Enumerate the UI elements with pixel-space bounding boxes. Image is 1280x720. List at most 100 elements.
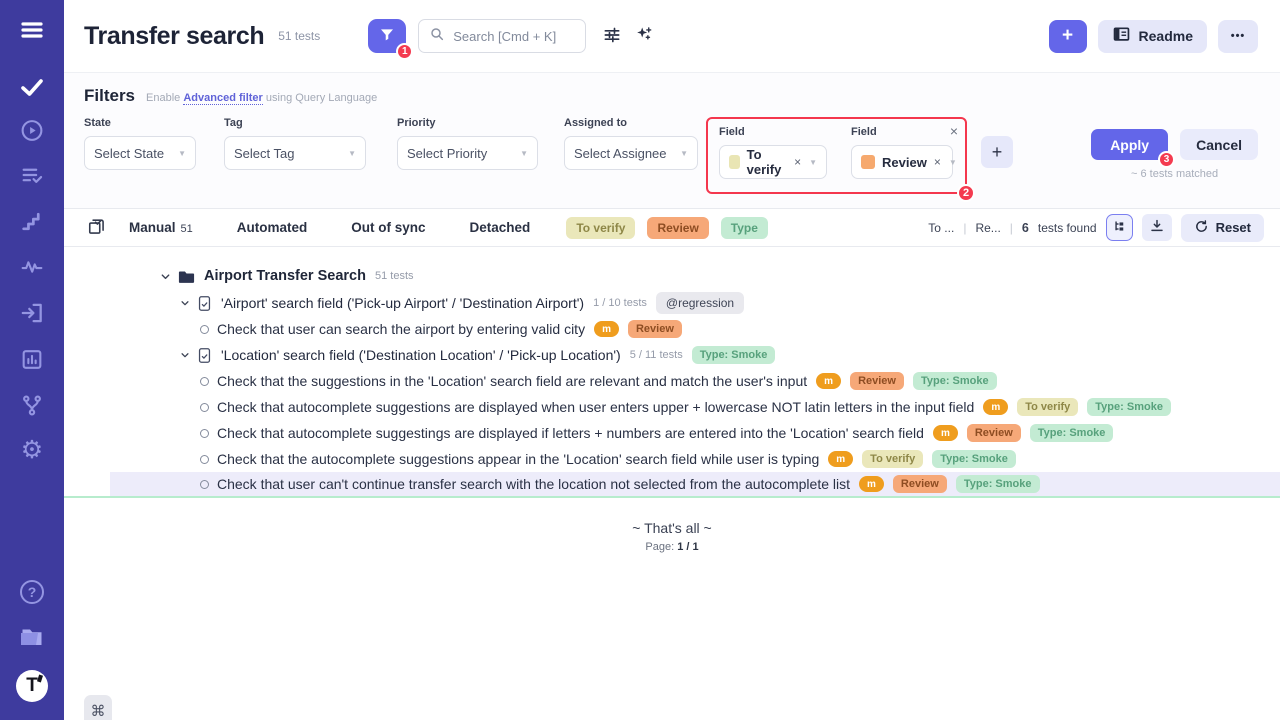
filter-group-tag: Tag Select Tag ▼ xyxy=(224,117,366,170)
sidebar-item-plans[interactable] xyxy=(20,163,45,188)
tag-label: Tag xyxy=(224,117,366,129)
test-circle-icon xyxy=(200,377,209,386)
select-all-button[interactable] xyxy=(86,216,106,239)
advanced-filter-link[interactable]: Advanced filter xyxy=(183,92,262,105)
review-chip: Review xyxy=(850,372,904,390)
suite-row[interactable]: 'Airport' search field ('Pick-up Airport… xyxy=(64,290,1280,316)
test-title[interactable]: Check that the suggestions in the 'Locat… xyxy=(217,373,807,389)
test-row[interactable]: Check that the suggestions in the 'Locat… xyxy=(64,368,1280,394)
sidebar-item-steps[interactable] xyxy=(20,209,45,234)
sidebar-item-settings[interactable]: ⚙ xyxy=(21,438,43,463)
priority-label: Priority xyxy=(397,117,538,129)
manual-badge: m xyxy=(828,451,853,467)
columns-settings-button[interactable] xyxy=(602,25,622,48)
apply-button[interactable]: Apply 3 xyxy=(1091,129,1168,160)
type-chip: Type: Smoke xyxy=(1030,424,1114,442)
search-input[interactable] xyxy=(453,29,563,44)
test-row[interactable]: Check that autocomplete suggestings are … xyxy=(64,420,1280,446)
test-title[interactable]: Check that user can't continue transfer … xyxy=(217,476,850,492)
keyboard-shortcuts-button[interactable]: ⌘ xyxy=(84,695,112,720)
test-row-selected[interactable]: Check that user can't continue transfer … xyxy=(64,472,1280,498)
menu-button[interactable] xyxy=(18,18,46,42)
sidebar-item-branches[interactable] xyxy=(20,393,45,418)
chevron-down-icon[interactable] xyxy=(160,271,171,282)
help-icon: ? xyxy=(20,580,44,604)
test-row[interactable]: Check that autocomplete suggestions are … xyxy=(64,394,1280,420)
field-select-review[interactable]: Review × ▼ xyxy=(851,145,953,179)
found-label: tests found xyxy=(1038,221,1097,235)
test-row[interactable]: Check that user can search the airport b… xyxy=(64,316,1280,342)
remove-value-icon[interactable]: × xyxy=(934,155,941,169)
priority-select[interactable]: Select Priority ▼ xyxy=(397,136,538,170)
readme-label: Readme xyxy=(1139,28,1193,44)
sidebar-item-tests[interactable] xyxy=(19,74,45,100)
filter-button[interactable]: 1 xyxy=(368,19,406,53)
page-label: Page: xyxy=(645,541,674,553)
folder-title[interactable]: Airport Transfer Search xyxy=(204,268,366,284)
chevron-down-icon[interactable] xyxy=(180,298,190,308)
tree-view-icon xyxy=(1112,219,1127,237)
funnel-icon xyxy=(378,26,396,47)
type-chip: Type: Smoke xyxy=(692,346,776,364)
filter-group-priority: Priority Select Priority ▼ xyxy=(397,117,538,170)
test-title[interactable]: Check that user can search the airport b… xyxy=(217,321,585,337)
tab-detached[interactable]: Detached xyxy=(470,220,531,235)
chip-review[interactable]: Review xyxy=(647,217,708,239)
type-chip: Type: Smoke xyxy=(913,372,997,390)
remove-value-icon[interactable]: × xyxy=(794,155,801,169)
chip-to-verify[interactable]: To verify xyxy=(566,217,635,239)
tree-view-button[interactable] xyxy=(1106,214,1133,241)
truncated-filter-a: To ... xyxy=(928,221,954,235)
command-icon: ⌘ xyxy=(91,703,106,720)
truncated-filter-b: Re... xyxy=(975,221,1000,235)
test-circle-icon xyxy=(200,480,209,489)
filter-group-field-2: Field Review × ▼ xyxy=(851,126,953,179)
export-button[interactable] xyxy=(1142,214,1172,241)
folder-count: 51 tests xyxy=(375,270,414,282)
sidebar-item-runs[interactable] xyxy=(20,118,45,143)
state-select[interactable]: Select State ▼ xyxy=(84,136,196,170)
add-button[interactable]: + xyxy=(1049,20,1087,53)
tab-manual[interactable]: Manual 51 xyxy=(129,220,193,235)
type-chip: Type: Smoke xyxy=(956,475,1040,493)
search-box xyxy=(418,19,586,53)
ai-assist-button[interactable] xyxy=(633,24,654,48)
tab-out-of-sync[interactable]: Out of sync xyxy=(351,220,425,235)
suite-title[interactable]: 'Location' search field ('Destination Lo… xyxy=(221,347,621,363)
sidebar-item-projects[interactable] xyxy=(19,625,46,649)
test-title[interactable]: Check that autocomplete suggestings are … xyxy=(217,425,924,441)
tag-select[interactable]: Select Tag ▼ xyxy=(224,136,366,170)
to-verify-chip: To verify xyxy=(1017,398,1078,416)
cancel-button[interactable]: Cancel xyxy=(1180,129,1258,160)
suite-row[interactable]: 'Location' search field ('Destination Lo… xyxy=(64,342,1280,368)
chevron-down-icon[interactable] xyxy=(180,350,190,360)
sidebar-item-pulse[interactable] xyxy=(20,254,45,279)
sidebar-item-analytics[interactable] xyxy=(20,347,45,372)
sidebar-item-import[interactable] xyxy=(19,300,45,326)
readme-button[interactable]: Readme xyxy=(1098,20,1207,53)
sign-in-icon xyxy=(19,300,45,326)
folder-row[interactable]: Airport Transfer Search 51 tests xyxy=(64,262,1280,290)
test-tree: Airport Transfer Search 51 tests 'Airpor… xyxy=(64,247,1280,553)
ellipsis-icon: ••• xyxy=(1231,30,1246,42)
suite-title[interactable]: 'Airport' search field ('Pick-up Airport… xyxy=(221,295,584,311)
tab-automated[interactable]: Automated xyxy=(237,220,308,235)
suite-count: 5 / 11 tests xyxy=(630,349,683,361)
more-button[interactable]: ••• xyxy=(1218,20,1258,53)
test-title[interactable]: Check that autocomplete suggestions are … xyxy=(217,399,974,415)
chip-type[interactable]: Type xyxy=(721,217,768,239)
reset-button[interactable]: Reset xyxy=(1181,214,1264,242)
add-field-button[interactable]: + xyxy=(981,136,1013,168)
test-title[interactable]: Check that the autocomplete suggestions … xyxy=(217,451,819,467)
annotation-step-3: 3 xyxy=(1158,151,1175,168)
activity-icon xyxy=(20,254,45,279)
sidebar-item-help[interactable]: ? xyxy=(20,580,44,604)
state-label: State xyxy=(84,117,196,129)
close-icon[interactable]: × xyxy=(950,123,958,139)
account-logo-button[interactable]: T xyxy=(16,670,48,702)
field-select-to-verify[interactable]: To verify × ▼ xyxy=(719,145,827,179)
manual-badge: m xyxy=(594,321,619,337)
suite-doc-icon xyxy=(197,295,212,312)
assignee-select[interactable]: Select Assignee ▼ xyxy=(564,136,698,170)
test-row[interactable]: Check that the autocomplete suggestions … xyxy=(64,446,1280,472)
